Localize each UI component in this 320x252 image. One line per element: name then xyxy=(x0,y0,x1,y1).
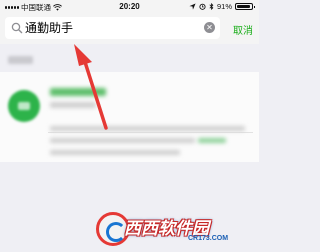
battery-icon xyxy=(235,3,255,10)
search-result-item[interactable] xyxy=(0,72,259,162)
bluetooth-icon xyxy=(209,3,214,10)
clear-search-icon[interactable]: ✕ xyxy=(204,22,215,33)
result-subtitle xyxy=(50,102,96,108)
result-description-line xyxy=(50,126,245,131)
search-icon xyxy=(11,22,23,34)
watermark-logo: 西西软件园 CR173.COM xyxy=(96,210,256,250)
watermark-url: CR173.COM xyxy=(188,235,229,242)
result-highlight xyxy=(198,138,226,143)
result-description-line xyxy=(50,138,195,143)
result-title xyxy=(50,88,106,96)
battery-percent: 91% xyxy=(216,2,232,11)
divider xyxy=(48,132,253,133)
search-input[interactable]: 通勤助手 xyxy=(25,20,73,36)
cancel-button[interactable]: 取消 xyxy=(233,22,253,37)
alarm-icon xyxy=(199,3,206,10)
status-bar-right: 91% xyxy=(189,2,255,11)
avatar xyxy=(8,90,40,122)
status-bar: 中国联通 20:20 91% xyxy=(0,0,259,14)
battery-level xyxy=(237,5,250,8)
result-description-line xyxy=(50,150,180,155)
location-arrow-icon xyxy=(189,3,196,10)
search-header: 通勤助手 ✕ 取消 xyxy=(0,14,259,44)
search-box[interactable]: 通勤助手 ✕ xyxy=(5,17,220,39)
results-section-header xyxy=(8,56,33,64)
